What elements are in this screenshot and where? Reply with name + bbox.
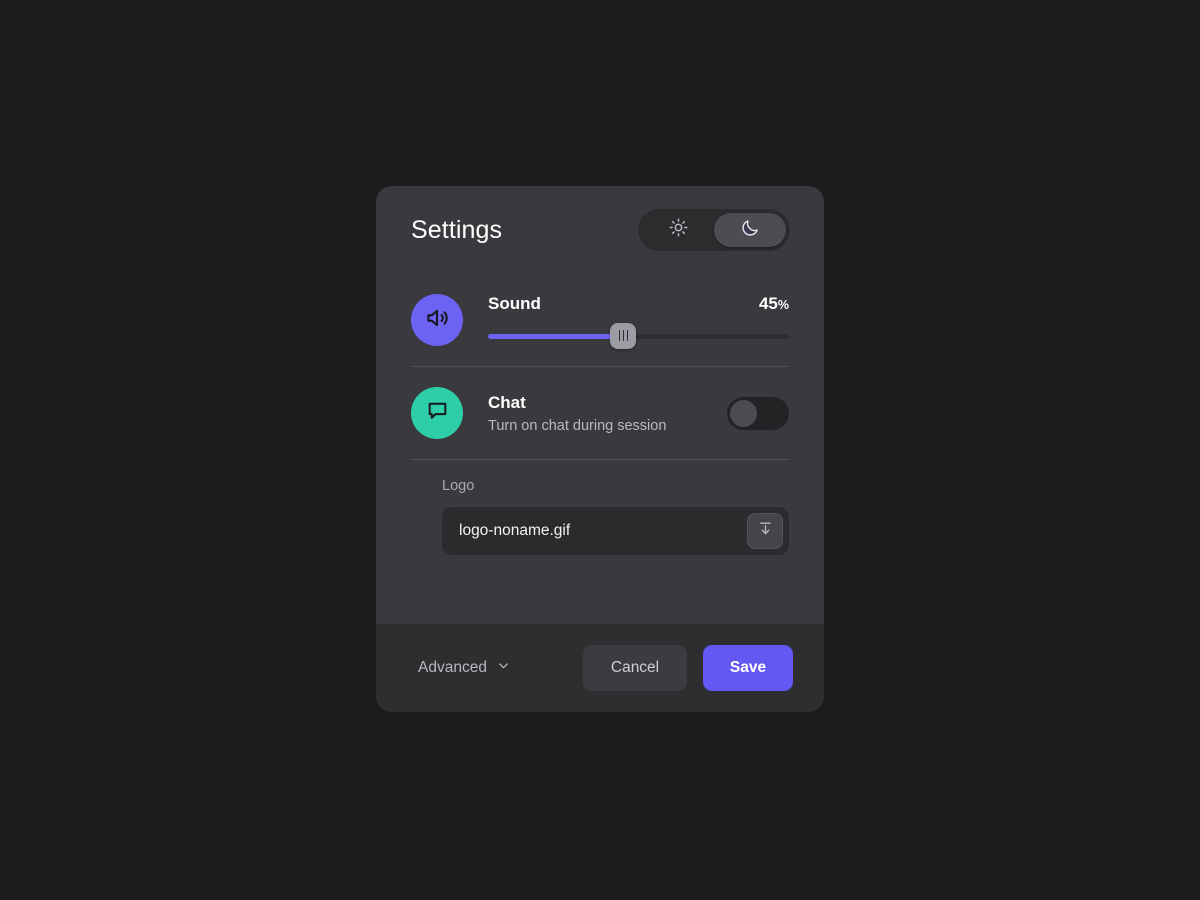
sound-value-unit: %	[777, 297, 789, 312]
advanced-disclosure[interactable]: Advanced	[418, 658, 511, 678]
theme-toggle[interactable]	[638, 209, 790, 251]
moon-icon	[740, 218, 760, 243]
settings-dialog: Settings Sound 45% Chat Turn on chat dur…	[376, 186, 824, 712]
logo-upload-button[interactable]	[747, 513, 783, 549]
logo-file-name[interactable]: logo-noname.gif	[459, 522, 747, 540]
settings-dialog-body: Settings Sound 45% Chat Turn on chat dur…	[376, 186, 824, 624]
speaker-volume-icon	[424, 305, 450, 336]
save-button[interactable]: Save	[703, 645, 793, 691]
chat-row-content: Chat Turn on chat during session	[488, 393, 727, 434]
sound-label: Sound	[488, 293, 541, 313]
logo-label: Logo	[442, 478, 475, 494]
chat-description: Turn on chat during session	[488, 417, 667, 434]
sound-value-number: 45	[758, 293, 778, 313]
chat-icon-badge	[411, 387, 463, 439]
sound-icon-badge	[411, 294, 463, 346]
chat-label: Chat	[488, 392, 526, 412]
logo-file-field[interactable]: logo-noname.gif	[442, 507, 789, 555]
grip-line	[626, 330, 629, 341]
theme-option-light[interactable]	[642, 213, 714, 247]
download-arrow-icon	[757, 520, 774, 542]
app-background: Settings Sound 45% Chat Turn on chat dur…	[0, 0, 1200, 900]
page-title: Settings	[411, 215, 503, 244]
grip-line	[622, 330, 625, 341]
slider-handle[interactable]	[610, 322, 637, 349]
chat-bubble-icon	[425, 398, 450, 428]
dialog-footer: Advanced Cancel Save	[376, 624, 824, 712]
grip-line	[618, 330, 621, 341]
logo-field-block: Logo logo-noname.gif	[400, 460, 800, 555]
advanced-label: Advanced	[418, 659, 487, 676]
sun-icon	[668, 218, 688, 242]
theme-option-dark[interactable]	[714, 213, 786, 247]
setting-row-sound: Sound 45%	[400, 274, 800, 366]
sound-value: 45%	[759, 294, 789, 314]
setting-row-chat: Chat Turn on chat during session	[400, 367, 800, 459]
sound-row-content: Sound 45%	[488, 294, 789, 349]
toggle-knob	[730, 399, 757, 427]
chevron-down-icon	[496, 658, 511, 678]
dialog-header: Settings	[400, 186, 800, 274]
cancel-button[interactable]: Cancel	[583, 645, 687, 691]
chat-toggle-switch[interactable]	[727, 396, 789, 430]
slider-fill	[488, 333, 624, 339]
footer-actions: Cancel Save	[583, 645, 793, 691]
sound-slider[interactable]	[488, 322, 789, 349]
sound-row-header: Sound 45%	[488, 294, 789, 314]
